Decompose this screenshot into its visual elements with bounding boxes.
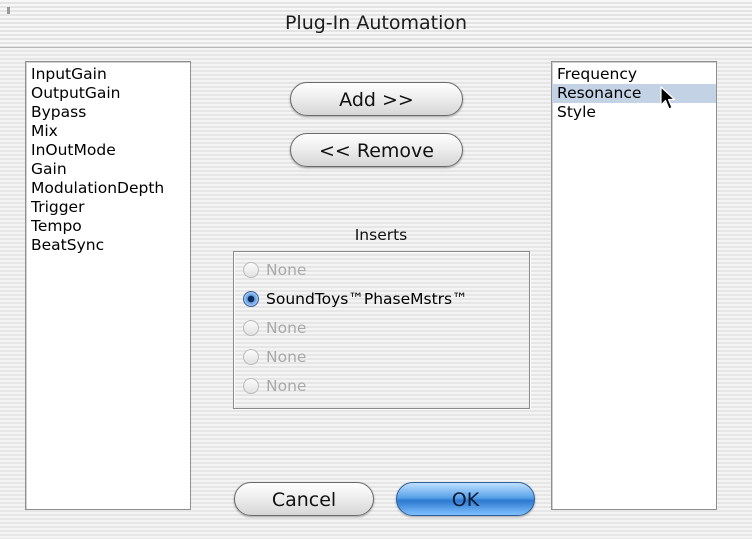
list-item-tempo[interactable]: Tempo xyxy=(26,217,190,236)
add-button[interactable]: Add >> xyxy=(290,82,463,116)
insert-option-label: None xyxy=(266,319,307,337)
list-item-style[interactable]: Style xyxy=(552,103,716,122)
remove-button[interactable]: << Remove xyxy=(290,133,463,167)
insert-option-label[interactable]: SoundToys™PhaseMstrs™ xyxy=(266,290,468,308)
automated-parameters-list[interactable]: Frequency Resonance Style xyxy=(551,61,717,510)
list-item-gain[interactable]: Gain xyxy=(26,160,190,179)
list-item-mix[interactable]: Mix xyxy=(26,122,190,141)
window-title: Plug-In Automation xyxy=(284,12,468,34)
insert-option-3: None xyxy=(243,317,306,339)
available-parameters-list[interactable]: InputGain OutputGain Bypass Mix InOutMod… xyxy=(25,61,191,510)
insert-option-label: None xyxy=(266,348,307,366)
inserts-label: Inserts xyxy=(354,226,408,244)
list-item-beatsync[interactable]: BeatSync xyxy=(26,236,190,255)
list-item-bypass[interactable]: Bypass xyxy=(26,103,190,122)
list-item-resonance[interactable]: Resonance xyxy=(552,84,716,103)
list-item-outputgain[interactable]: OutputGain xyxy=(26,84,190,103)
arrow-cursor-icon xyxy=(660,86,676,110)
radio-button-icon xyxy=(243,377,259,394)
title-bar: Plug-In Automation xyxy=(0,0,752,48)
list-item-inoutmode[interactable]: InOutMode xyxy=(26,141,190,160)
insert-option-label: None xyxy=(266,261,307,279)
insert-option-4: None xyxy=(243,346,306,368)
radio-button-icon xyxy=(243,319,259,336)
list-item-modulationdepth[interactable]: ModulationDepth xyxy=(26,179,190,198)
insert-option-label: None xyxy=(266,377,307,395)
insert-option-2[interactable]: SoundToys™PhaseMstrs™ xyxy=(243,288,468,310)
radio-button-icon xyxy=(243,348,259,365)
insert-option-5: None xyxy=(243,375,306,397)
radio-button-checked-icon[interactable] xyxy=(243,290,259,307)
list-item-trigger[interactable]: Trigger xyxy=(26,198,190,217)
radio-button-icon xyxy=(243,261,259,278)
list-item-frequency[interactable]: Frequency xyxy=(552,65,716,84)
cancel-button[interactable]: Cancel xyxy=(234,482,374,516)
ok-button[interactable]: OK xyxy=(396,482,535,516)
insert-option-1: None xyxy=(243,259,306,281)
list-item-inputgain[interactable]: InputGain xyxy=(26,65,190,84)
